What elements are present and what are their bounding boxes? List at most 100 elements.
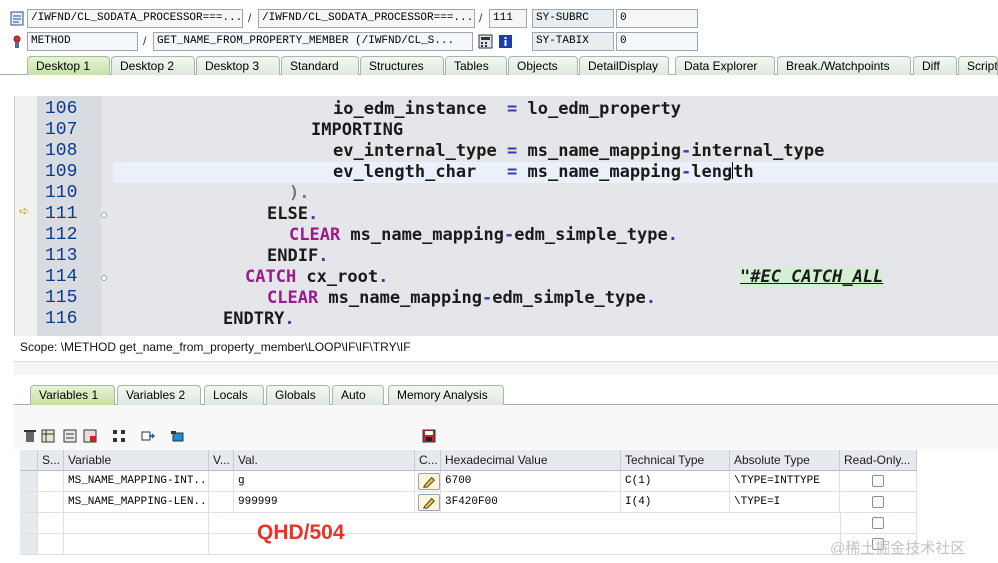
code-text: IMPORTING	[311, 120, 404, 140]
program-icon	[10, 11, 24, 26]
tab-locals[interactable]: Locals	[204, 385, 264, 405]
folder-icon[interactable]	[170, 429, 184, 443]
column-header[interactable]: Val.	[234, 450, 415, 471]
fold-marker[interactable]	[101, 212, 107, 218]
tab-objects[interactable]: Objects	[508, 56, 578, 75]
event-name-field[interactable]: GET_NAME_FROM_PROPERTY_MEMBER (/IWFND/CL…	[153, 32, 473, 51]
navigate-icon[interactable]	[141, 429, 155, 443]
row-selector[interactable]	[20, 471, 38, 492]
fold-marker[interactable]	[101, 275, 107, 281]
line-number: 109	[45, 162, 78, 182]
separator: /	[143, 34, 147, 48]
column-header[interactable]: C...	[415, 450, 441, 471]
edit-pencil-icon[interactable]	[418, 473, 440, 490]
value-cell[interactable]: g	[234, 471, 415, 492]
hex-cell: 6700	[441, 471, 621, 492]
tab-tables[interactable]: Tables	[445, 56, 507, 75]
variables-grid[interactable]: S... Variable V... Val. C... Hexadecimal…	[20, 450, 917, 563]
save-icon[interactable]	[422, 429, 436, 443]
info-icon[interactable]	[498, 34, 513, 49]
read-only-checkbox[interactable]	[872, 475, 884, 487]
table-view-icon[interactable]	[41, 429, 55, 443]
code-line: 116 ENDTRY.	[15, 309, 998, 330]
variable-cell[interactable]	[64, 534, 209, 555]
empty-cell	[38, 534, 64, 555]
calculator-icon[interactable]	[478, 34, 493, 49]
code-line: 115 CLEAR ms_name_mapping-edm_simple_typ…	[15, 288, 998, 309]
value-cell[interactable]: 999999	[234, 492, 415, 513]
change-cell	[415, 492, 441, 513]
column-header	[20, 450, 38, 471]
row-selector[interactable]	[20, 492, 38, 513]
pragma-comment: "#EC CATCH_ALL	[740, 267, 884, 288]
edit-pencil-icon[interactable]	[418, 494, 440, 511]
variable-cell[interactable]: MS_NAME_MAPPING-INT...	[64, 471, 209, 492]
tab-standard[interactable]: Standard	[281, 56, 359, 75]
code-text: ev_length_char = ms_name_mapping-length	[333, 162, 754, 182]
tab-desktop-2[interactable]: Desktop 2	[111, 56, 195, 75]
tab-auto[interactable]: Auto	[332, 385, 384, 405]
watermark: @稀土掘金技术社区	[830, 540, 966, 557]
column-header[interactable]: S...	[38, 450, 64, 471]
table-row-empty[interactable]	[20, 534, 917, 555]
hierarchy-icon[interactable]	[112, 429, 126, 443]
delete-icon[interactable]	[23, 429, 37, 443]
line-number: 113	[45, 246, 78, 266]
row-selector[interactable]	[20, 534, 38, 555]
sysfield-name: SY-TABIX	[532, 32, 614, 51]
tab-break-watchpoints[interactable]: Break./Watchpoints	[777, 56, 911, 75]
tab-memory-analysis[interactable]: Memory Analysis	[388, 385, 504, 405]
variable-cell[interactable]: MS_NAME_MAPPING-LEN...	[64, 492, 209, 513]
structure-icon[interactable]	[63, 429, 77, 443]
tab-desktop-1[interactable]: Desktop 1	[27, 56, 110, 75]
row-selector[interactable]	[20, 513, 38, 534]
header-row-method: METHOD / GET_NAME_FROM_PROPERTY_MEMBER (…	[0, 31, 998, 53]
scope-path: Scope: \METHOD get_name_from_property_me…	[20, 340, 411, 354]
export-icon[interactable]	[83, 429, 97, 443]
read-only-checkbox[interactable]	[872, 517, 884, 529]
desktop-tabbar: Desktop 1 Desktop 2 Desktop 3 Standard S…	[0, 55, 998, 75]
tab-detail-display[interactable]: DetailDisplay	[579, 56, 669, 75]
status-cell	[38, 492, 64, 513]
table-row[interactable]: MS_NAME_MAPPING-INT... g 6700 C(1) \TYPE…	[20, 471, 917, 492]
column-header[interactable]: Technical Type	[621, 450, 730, 471]
source-code-editor[interactable]: 106 io_edm_instance = lo_edm_property 10…	[14, 96, 998, 336]
column-header[interactable]: V...	[209, 450, 234, 471]
read-only-checkbox[interactable]	[872, 496, 884, 508]
include-field[interactable]: /IWFND/CL_SODATA_PROCESSOR===...	[258, 9, 475, 28]
program-field[interactable]: /IWFND/CL_SODATA_PROCESSOR===...	[27, 9, 243, 28]
tab-structures[interactable]: Structures	[360, 56, 444, 75]
code-text: ENDIF.	[267, 246, 329, 266]
column-header[interactable]: Variable	[64, 450, 209, 471]
code-line: 112 CLEAR ms_name_mapping-edm_simple_typ…	[15, 225, 998, 246]
read-only-cell	[840, 471, 917, 492]
tab-variables-2[interactable]: Variables 2	[117, 385, 201, 405]
code-text: ).	[289, 183, 310, 203]
tab-variables-1[interactable]: Variables 1	[30, 385, 115, 405]
tab-script[interactable]: Script	[958, 56, 998, 75]
code-line: ➪ 111 ELSE.	[15, 204, 998, 225]
table-row[interactable]: MS_NAME_MAPPING-LEN... 999999 3F420F00 I…	[20, 492, 917, 513]
column-header[interactable]: Read-Only...	[840, 450, 917, 471]
tab-diff[interactable]: Diff	[913, 56, 957, 75]
code-text: CLEAR ms_name_mapping-edm_simple_type.	[267, 288, 656, 308]
column-header[interactable]: Absolute Type	[730, 450, 840, 471]
line-number: 106	[45, 99, 78, 119]
line-number: 107	[45, 120, 78, 140]
tab-data-explorer[interactable]: Data Explorer	[675, 56, 775, 75]
tab-globals[interactable]: Globals	[266, 385, 330, 405]
absolute-type-cell: \TYPE=INTTYPE	[730, 471, 840, 492]
table-row-empty[interactable]	[20, 513, 917, 534]
change-cell	[415, 471, 441, 492]
column-header[interactable]: Hexadecimal Value	[441, 450, 621, 471]
read-only-cell	[840, 513, 917, 534]
line-field[interactable]: 111	[489, 9, 527, 28]
v-cell	[209, 471, 234, 492]
method-icon	[13, 35, 21, 48]
variable-cell[interactable]	[64, 513, 209, 534]
sysfield-value[interactable]: 0	[616, 9, 698, 28]
current-statement-arrow-icon: ➪	[19, 204, 30, 218]
tab-desktop-3[interactable]: Desktop 3	[196, 56, 280, 75]
variables-toolbar	[14, 405, 998, 449]
sysfield-value[interactable]: 0	[616, 32, 698, 51]
